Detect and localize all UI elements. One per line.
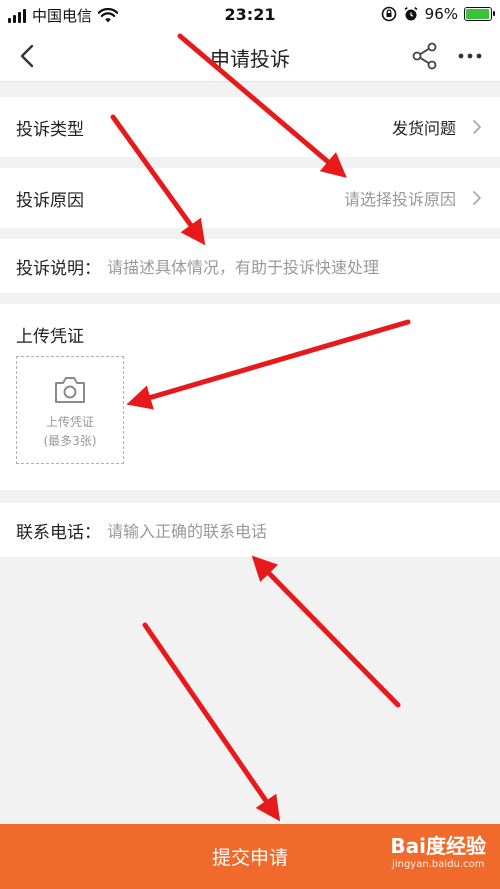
watermark-text: Bai度经验 <box>390 834 486 858</box>
battery-icon <box>464 7 495 21</box>
upload-evidence-button[interactable]: 上传凭证 (最多3张) <box>16 356 124 464</box>
rotation-lock-icon <box>381 6 396 22</box>
watermark-url: jingyan.baidu.com <box>392 859 485 870</box>
status-right: 96% <box>381 5 495 23</box>
share-icon[interactable] <box>410 41 440 71</box>
camera-icon <box>55 377 85 403</box>
complaint-desc-input[interactable]: 请描述具体情况，有助于投诉快速处理 <box>107 254 379 278</box>
battery-percent: 96% <box>424 5 458 23</box>
nav-bar: 申请投诉 <box>0 30 500 82</box>
annotation-arrow <box>251 555 401 708</box>
complaint-reason-placeholder: 请选择投诉原因 <box>343 190 456 209</box>
alarm-icon <box>404 6 418 21</box>
complaint-type-value: 发货问题 <box>391 119 456 138</box>
upload-box-limit: (最多3张) <box>43 434 97 448</box>
battery-fill <box>466 9 490 19</box>
complaint-reason-label: 投诉原因 <box>16 190 84 211</box>
upload-title: 上传凭证 <box>16 327 84 347</box>
complaint-type-row[interactable]: 投诉类型 发货问题 <box>0 97 500 157</box>
submit-label: 提交申请 <box>211 847 288 869</box>
complaint-desc-row[interactable]: 投诉说明： 请描述具体情况，有助于投诉快速处理 <box>0 239 500 293</box>
chevron-right-icon <box>473 120 481 134</box>
complaint-type-label: 投诉类型 <box>16 119 84 140</box>
complaint-desc-label: 投诉说明： <box>16 258 101 279</box>
annotation-arrow <box>142 622 281 822</box>
contact-phone-input[interactable]: 请输入正确的联系电话 <box>107 518 267 542</box>
chevron-right-icon <box>473 191 481 205</box>
upload-box-label: 上传凭证 <box>45 415 94 429</box>
contact-phone-row[interactable]: 联系电话： 请输入正确的联系电话 <box>0 503 500 557</box>
submit-button[interactable]: 提交申请 Bai度经验 jingyan.baidu.com <box>0 824 500 889</box>
status-bar: 中国电信 23:21 96% <box>0 0 500 30</box>
more-icon[interactable] <box>456 42 484 70</box>
contact-phone-label: 联系电话： <box>16 522 101 543</box>
complaint-reason-row[interactable]: 投诉原因 请选择投诉原因 <box>0 168 500 228</box>
baidu-jingyan-watermark: Bai度经验 jingyan.baidu.com <box>390 836 486 870</box>
